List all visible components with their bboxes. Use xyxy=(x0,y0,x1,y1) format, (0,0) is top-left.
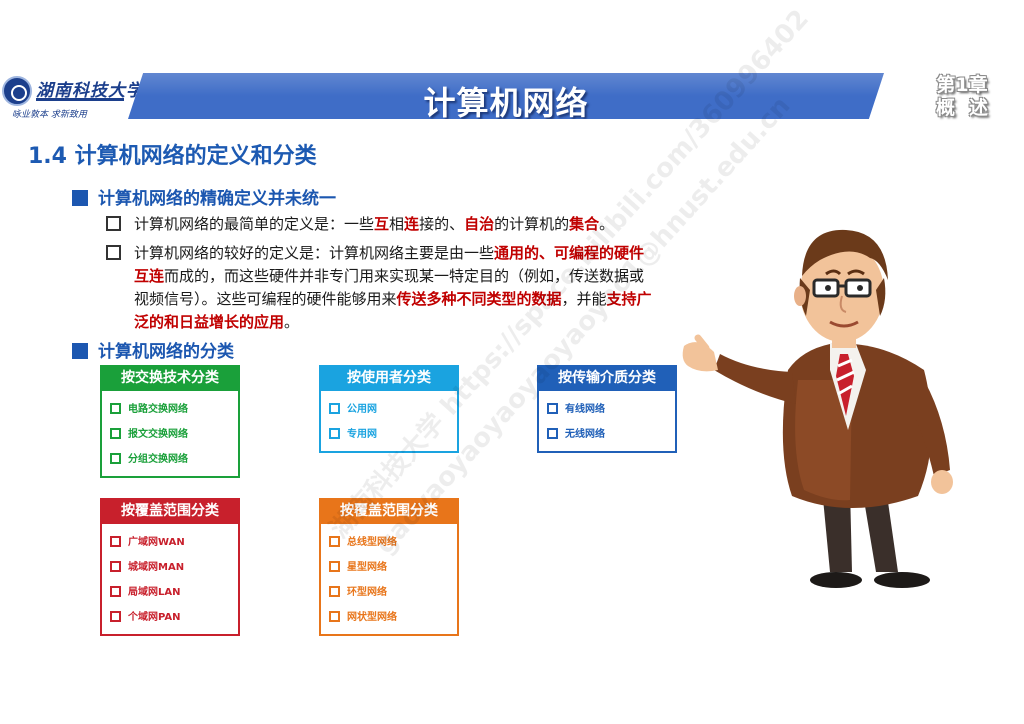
section-heading: 1.4 计算机网络的定义和分类 xyxy=(28,144,317,169)
body-text: 的计算机的 xyxy=(494,215,570,233)
chapter-number: 第1章 xyxy=(936,74,988,96)
category-item-label: 报文交换网络 xyxy=(128,429,188,440)
checkbox-icon xyxy=(547,403,558,414)
checkbox-icon xyxy=(106,245,121,260)
checkbox-icon xyxy=(329,586,340,597)
category-item-label: 网状型网络 xyxy=(347,612,397,623)
body-text: 相 xyxy=(389,215,405,233)
category-list: 广域网WAN 城域网MAN 局域网LAN 个域网PAN xyxy=(100,524,240,636)
square-bullet-icon xyxy=(72,343,88,359)
category-item: 星型网络 xyxy=(329,555,449,580)
box-coverage-range: 按覆盖范围分类广域网WAN 城域网MAN 局域网LAN 个域网PAN xyxy=(100,498,240,636)
checkbox-icon xyxy=(329,536,340,547)
logo-underline xyxy=(36,98,124,101)
checkbox-icon xyxy=(329,428,340,439)
logo-motto: 咏业敦本 求新致用 xyxy=(12,110,87,120)
box-transmission-medium: 按传输介质分类 有线网络 无线网络 xyxy=(537,365,677,453)
checkbox-icon xyxy=(329,561,340,572)
category-item-label: 城域网MAN xyxy=(128,562,185,573)
university-logo: 湖南科技大学 咏业敦本 求新致用 xyxy=(2,74,143,122)
highlight-text: 自治 xyxy=(464,215,495,233)
category-item-label: 电路交换网络 xyxy=(128,404,188,415)
category-item: 城域网MAN xyxy=(110,555,230,580)
highlight-text: 互 xyxy=(374,215,390,233)
definition-heading: 计算机网络的精确定义并未统一 xyxy=(72,184,336,209)
category-item-label: 星型网络 xyxy=(347,562,387,573)
chapter-label: 第1章 概述 xyxy=(916,74,1008,120)
square-bullet-icon xyxy=(72,190,88,206)
category-list: 有线网络 无线网络 xyxy=(537,391,677,453)
definition-heading-text: 计算机网络的精确定义并未统一 xyxy=(98,189,336,209)
category-item-label: 个域网PAN xyxy=(128,612,181,623)
checkbox-icon xyxy=(329,403,340,414)
university-seal-icon xyxy=(2,76,32,106)
category-item-label: 有线网络 xyxy=(565,404,605,415)
category-item-label: 局域网LAN xyxy=(128,587,181,598)
body-text: 计算机网络的较好的定义是：计算机网络主要是由一些 xyxy=(134,244,495,262)
category-item: 电路交换网络 xyxy=(110,397,230,422)
body-text: 接的、 xyxy=(419,215,465,233)
category-title: 按交换技术分类 xyxy=(100,365,240,391)
category-item: 环型网络 xyxy=(329,580,449,605)
checkbox-icon xyxy=(110,453,121,464)
checkbox-icon xyxy=(110,428,121,439)
checkbox-icon xyxy=(110,561,121,572)
category-item: 个域网PAN xyxy=(110,605,230,630)
checkbox-icon xyxy=(110,536,121,547)
category-item-label: 分组交换网络 xyxy=(128,454,188,465)
category-item: 局域网LAN xyxy=(110,580,230,605)
category-item: 广域网WAN xyxy=(110,530,230,555)
checkbox-icon xyxy=(547,428,558,439)
checkbox-icon xyxy=(106,216,121,231)
checkbox-icon xyxy=(110,586,121,597)
category-item-label: 环型网络 xyxy=(347,587,387,598)
category-item: 报文交换网络 xyxy=(110,422,230,447)
category-item-label: 广域网WAN xyxy=(128,537,185,548)
checkbox-icon xyxy=(110,611,121,622)
category-item: 网状型网络 xyxy=(329,605,449,630)
category-item: 分组交换网络 xyxy=(110,447,230,472)
checkbox-icon xyxy=(329,611,340,622)
body-text: 。 xyxy=(284,313,300,331)
category-title: 按覆盖范围分类 xyxy=(100,498,240,524)
category-item: 有线网络 xyxy=(547,397,667,422)
category-item: 无线网络 xyxy=(547,422,667,447)
chapter-name: 概述 xyxy=(935,97,1002,119)
classification-heading: 计算机网络的分类 xyxy=(72,337,234,362)
classification-heading-text: 计算机网络的分类 xyxy=(98,342,234,362)
highlight-text: 连 xyxy=(404,215,420,233)
box-switching-technology: 按交换技术分类 电路交换网络 报文交换网络 分组交换网络 xyxy=(100,365,240,478)
body-text: 计算机网络的最简单的定义是：一些 xyxy=(134,215,375,233)
category-list: 电路交换网络 报文交换网络 分组交换网络 xyxy=(100,391,240,478)
category-item-label: 公用网 xyxy=(347,404,377,415)
checkbox-icon xyxy=(110,403,121,414)
category-item-label: 专用网 xyxy=(347,429,377,440)
category-item-label: 无线网络 xyxy=(565,429,605,440)
presenter-character-illustration xyxy=(682,229,953,588)
